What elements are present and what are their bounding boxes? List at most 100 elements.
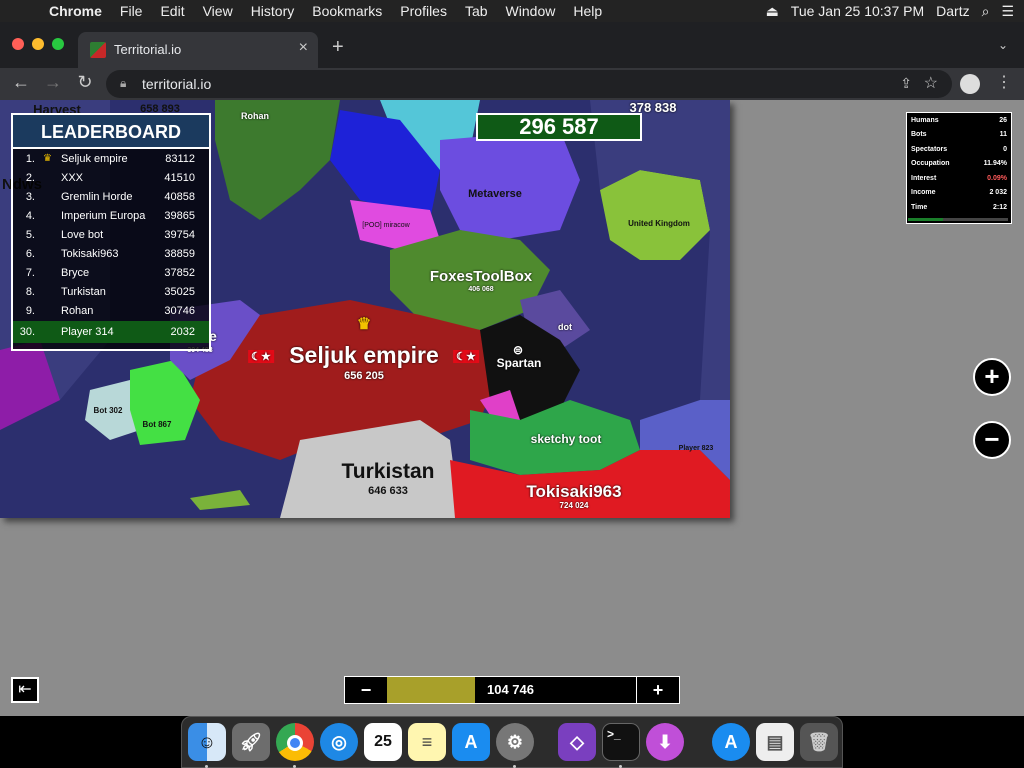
menu-edit[interactable]: Edit: [151, 0, 193, 22]
troop-decrease-button[interactable]: −: [345, 677, 387, 703]
leaderboard-row: 4. Imperium Europa 39865: [13, 206, 209, 225]
stats-rows: Humans 26 Bots 11 Spectators 0 Occupation 11.94…: [907, 113, 1011, 215]
calendar-icon[interactable]: 25: [364, 723, 402, 761]
menu-help[interactable]: Help: [564, 0, 611, 22]
crown-icon: ♛: [356, 316, 372, 333]
leaderboard-player-row: 30. Player 314 2032: [13, 321, 209, 343]
label-seljuk: Seljuk empire: [289, 342, 439, 368]
stats-value: 11: [999, 131, 1007, 139]
leaderboard-score: 37852: [164, 266, 195, 279]
new-tab-button[interactable]: +: [332, 36, 344, 59]
game-page: Harvest 658 893 378 838 Ndws Rohan Metav…: [0, 100, 1024, 716]
menu-file[interactable]: File: [111, 0, 152, 22]
stats-row: Time 2:12: [907, 200, 1011, 215]
finder-icon[interactable]: ☺: [188, 723, 226, 761]
visual-studio-icon[interactable]: ◇: [558, 723, 596, 761]
menubar-clock[interactable]: Tue Jan 25 10:37 PM: [791, 3, 924, 19]
stats-row: Humans 26: [907, 113, 1011, 128]
leaderboard-rank: 3.: [25, 190, 35, 203]
stats-value: 11.94%: [983, 160, 1007, 168]
installer-icon[interactable]: ⬇: [646, 723, 684, 761]
control-center-icon[interactable]: ☰: [1001, 3, 1014, 20]
menu-history[interactable]: History: [242, 0, 304, 22]
leaderboard-name: Gremlin Horde: [61, 190, 133, 203]
app-store-icon[interactable]: A: [452, 723, 490, 761]
launchpad-icon[interactable]: 🚀︎: [232, 723, 270, 761]
leaderboard-rows: 1. ♛ Seljuk empire 83112 2. XXX 41510 3. Gremlin…: [13, 149, 209, 320]
stats-key: Bots: [911, 131, 927, 139]
share-icon[interactable]: ⇪: [900, 75, 912, 92]
menu-app-chrome[interactable]: Chrome: [40, 0, 111, 22]
forward-arrow-icon[interactable]: →: [42, 72, 64, 93]
leaderboard-row: 5. Love bot 39754: [13, 225, 209, 244]
stats-row: Spectators 0: [907, 142, 1011, 157]
label-foxes: FoxesToolBox: [429, 268, 533, 285]
flag-icon-left: ☾★: [248, 350, 274, 363]
address-bar[interactable]: 🔒︎ territorial.io ⇪ ☆: [106, 70, 952, 98]
leaderboard-rank: 4.: [25, 209, 35, 222]
stats-value: 2 032: [989, 189, 1007, 197]
favicon-icon: [90, 42, 106, 58]
chrome-icon[interactable]: [276, 723, 314, 761]
troop-increase-button[interactable]: +: [637, 677, 679, 703]
close-window-button[interactable]: [12, 38, 24, 50]
reload-icon[interactable]: ↻: [74, 72, 96, 93]
menubar-user[interactable]: Dartz: [936, 3, 969, 19]
document-icon[interactable]: ▤: [756, 723, 794, 761]
stats-value: 0: [1003, 145, 1007, 153]
label-metaverse: Metaverse: [468, 188, 522, 200]
terminal-icon[interactable]: >_: [602, 723, 640, 761]
exit-icon: ⇤: [18, 681, 32, 698]
close-tab-icon[interactable]: ×: [299, 39, 308, 57]
chrome-menu-icon[interactable]: ⋮: [996, 72, 1012, 92]
zoom-out-button[interactable]: −: [973, 421, 1011, 459]
troop-ratio-slider[interactable]: [387, 677, 475, 703]
leaderboard-rank: 7.: [25, 266, 35, 279]
menu-view[interactable]: View: [194, 0, 242, 22]
exit-game-button[interactable]: ⇤: [11, 677, 39, 703]
leaderboard-score: 35025: [164, 285, 195, 298]
label-player823: Player 823: [678, 445, 714, 452]
trash-icon[interactable]: 🗑︎: [800, 723, 838, 761]
tab-search-chevron-icon[interactable]: ⌄: [998, 38, 1008, 52]
leaderboard-name: Imperium Europa: [61, 209, 146, 222]
eject-icon[interactable]: ⏏: [766, 3, 779, 20]
profile-avatar-icon[interactable]: [960, 74, 980, 94]
safari-icon[interactable]: ◎: [320, 723, 358, 761]
stats-key: Interest: [911, 174, 937, 182]
leaderboard-score: 83112: [165, 152, 195, 165]
leaderboard-rank: 9.: [25, 304, 35, 317]
bookmark-star-icon[interactable]: ☆: [924, 73, 938, 93]
zoom-in-button[interactable]: +: [973, 358, 1011, 396]
minimize-window-button[interactable]: [32, 38, 44, 50]
menu-bookmarks[interactable]: Bookmarks: [303, 0, 391, 22]
menu-window[interactable]: Window: [497, 0, 565, 22]
notes-icon[interactable]: ≡: [408, 723, 446, 761]
stats-value: 0.09%: [987, 174, 1007, 182]
leaderboard-score: 30746: [164, 304, 195, 317]
menu-tab[interactable]: Tab: [456, 0, 497, 22]
url-text[interactable]: territorial.io: [142, 76, 211, 92]
macos-menubar: Chrome File Edit View History Bookmarks …: [0, 0, 1024, 22]
system-preferences-icon[interactable]: ⚙: [496, 723, 534, 761]
browser-tab[interactable]: Territorial.io ×: [78, 32, 318, 68]
crown-icon: ♛: [43, 153, 52, 164]
spotlight-search-icon[interactable]: ⌕: [982, 3, 990, 20]
leaderboard-row: 9. Rohan 30746: [13, 301, 209, 320]
maximize-window-button[interactable]: [52, 38, 64, 50]
leaderboard-score: 40858: [164, 190, 195, 203]
lock-icon[interactable]: 🔒︎: [120, 76, 126, 91]
label-sketchy: sketchy toot: [530, 432, 602, 446]
tab-title: Territorial.io: [114, 42, 182, 57]
label-tokisaki-num: 724 024: [559, 501, 589, 510]
troop-count: 104 746: [475, 677, 637, 703]
back-arrow-icon[interactable]: ←: [10, 72, 32, 93]
menu-profiles[interactable]: Profiles: [391, 0, 456, 22]
label-poo: [POO] miracow: [362, 222, 410, 229]
stats-row: Bots 11: [907, 128, 1011, 143]
player-score: 2032: [170, 326, 195, 338]
troop-ratio-control: − 104 746 +: [344, 676, 680, 704]
stats-key: Occupation: [911, 160, 950, 168]
app-store-downloads-icon[interactable]: A: [712, 723, 750, 761]
label-rohan: Rohan: [241, 111, 269, 121]
